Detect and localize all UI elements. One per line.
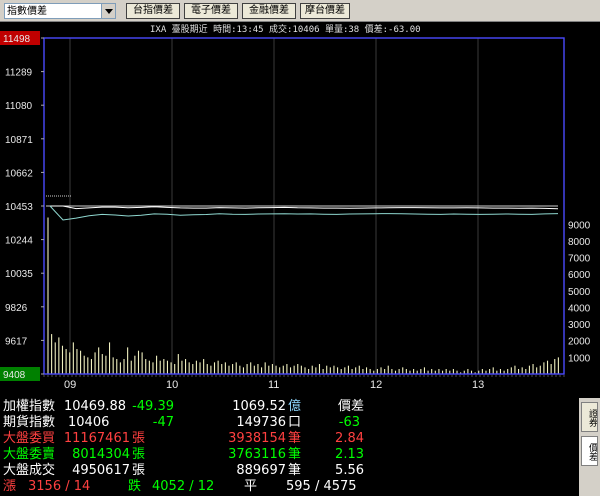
- quote-amount: 3763116: [228, 447, 286, 462]
- chevron-down-icon[interactable]: [101, 4, 115, 18]
- quote-row-taiex: 加權指數 10469.88 -49.39 1069.52 億 價差: [0, 399, 579, 415]
- y-tick-label: 9408: [3, 370, 26, 381]
- quote-amount: 3938154: [228, 431, 286, 446]
- y-tick-label: 11289: [5, 68, 33, 79]
- quote-value: 8014304: [72, 447, 130, 462]
- tab-securities[interactable]: 證券: [581, 402, 598, 432]
- y-tick-label: 9826: [5, 303, 28, 314]
- quote-value: 11167461: [63, 431, 130, 446]
- y-tick-label: 11080: [5, 101, 33, 112]
- down-count: 4052 / 12: [152, 479, 215, 494]
- y-tick-label: 10244: [5, 236, 33, 247]
- quote-label: 期貨指數: [3, 415, 56, 430]
- quote-extra: -63: [338, 415, 360, 430]
- x-tick-label: 10: [166, 379, 178, 391]
- y-tick-label: 10662: [5, 168, 33, 179]
- quote-row-ask: 大盤委賣 8014304 張 3763116 筆 2.13: [0, 447, 579, 463]
- y2-tick-label: 7000: [568, 254, 591, 265]
- msci-spread-button[interactable]: 摩台價差: [300, 3, 350, 19]
- quote-extra: 價差: [337, 399, 364, 414]
- quote-label: 大盤委買: [3, 431, 56, 446]
- quote-value: 4950617: [72, 463, 130, 478]
- y-tick-label: 9617: [5, 336, 28, 347]
- quote-amount: 889697: [236, 463, 286, 478]
- quote-row-bid: 大盤委買 11167461 張 3938154 筆 2.84: [0, 431, 579, 447]
- quote-row-volume: 大盤成交 4950617 張 889697 筆 5.56: [0, 463, 579, 479]
- quote-label: 大盤成交: [3, 463, 56, 478]
- quote-extra: 5.56: [335, 463, 364, 478]
- flat-label: 平: [244, 479, 258, 494]
- x-tick-label: 11: [268, 379, 279, 391]
- chart-header: IXA 臺股期近 時間:13:45 成交:10406 單量:38 價差:-63.…: [150, 23, 421, 35]
- quote-unit: 億: [288, 399, 302, 414]
- quote-amount: 149736: [236, 415, 286, 430]
- quote-value: 10469.88: [63, 399, 126, 414]
- y2-tick-label: 6000: [568, 270, 591, 281]
- quote-unit: 筆: [288, 447, 302, 462]
- flat-count: 595 / 4575: [286, 479, 357, 494]
- up-label: 漲: [3, 479, 17, 494]
- quote-label: 加權指數: [3, 399, 56, 414]
- quote-unit: 筆: [288, 463, 302, 478]
- market-breadth-row: 漲 3156 / 14 跌 4052 / 12 平 595 / 4575: [0, 479, 579, 495]
- y-tick-label: 10035: [5, 269, 33, 280]
- quote-label: 大盤委賣: [3, 447, 56, 462]
- y-tick-label: 11498: [3, 34, 31, 45]
- side-tab-bar: 證券 價差: [579, 398, 600, 496]
- spread-chart: IXA 臺股期近 時間:13:45 成交:10406 單量:38 價差:-63.…: [0, 23, 591, 391]
- y2-tick-label: 3000: [568, 320, 591, 331]
- quote-value: 10406: [68, 415, 110, 430]
- x-tick-label: 13: [472, 379, 484, 391]
- quote-unit: 筆: [288, 431, 302, 446]
- price-series: [46, 195, 559, 221]
- quote-unit1: 張: [132, 447, 146, 462]
- y2-tick-label: 4000: [568, 303, 591, 314]
- y2-tick-label: 5000: [568, 287, 591, 298]
- quote-extra: 2.84: [335, 431, 364, 446]
- y2-tick-label: 9000: [568, 220, 591, 231]
- selector-value: 指數價差: [7, 6, 47, 17]
- y2-tick-label: 2000: [568, 337, 591, 348]
- quote-row-futures: 期貨指數 10406 -47 149736 口 -63: [0, 415, 579, 431]
- y-tick-label: 10871: [5, 135, 33, 146]
- down-label: 跌: [128, 479, 142, 494]
- chart-axes: 09 10 11 12 13 11498 11289 11080 10871 10662 10453…: [0, 31, 591, 391]
- y2-tick-label: 1000: [568, 353, 591, 364]
- quote-amount: 1069.52: [232, 399, 286, 414]
- taiex-spread-button[interactable]: 台指價差: [126, 3, 180, 19]
- quote-unit1: 張: [132, 431, 146, 446]
- quote-panel: 加權指數 10469.88 -49.39 1069.52 億 價差 期貨指數 1…: [0, 398, 579, 496]
- quote-change: -47: [152, 415, 174, 430]
- quote-change: -49.39: [132, 399, 174, 414]
- x-tick-label: 12: [370, 379, 382, 391]
- quote-unit1: 張: [132, 463, 146, 478]
- finance-spread-button[interactable]: 金融價差: [242, 3, 296, 19]
- volume-bars: [47, 217, 559, 374]
- y2-tick-label: 8000: [568, 237, 591, 248]
- quote-unit: 口: [288, 415, 302, 430]
- toolbar: 指數價差 台指價差 電子價差 金融價差 摩台價差: [0, 0, 600, 22]
- electronics-spread-button[interactable]: 電子價差: [184, 3, 238, 19]
- y-tick-label: 10453: [5, 202, 33, 213]
- quote-extra: 2.13: [335, 447, 364, 462]
- up-count: 3156 / 14: [28, 479, 91, 494]
- index-spread-selector[interactable]: 指數價差: [4, 3, 116, 19]
- tab-spread[interactable]: 價差: [581, 436, 598, 466]
- x-tick-label: 09: [64, 379, 76, 391]
